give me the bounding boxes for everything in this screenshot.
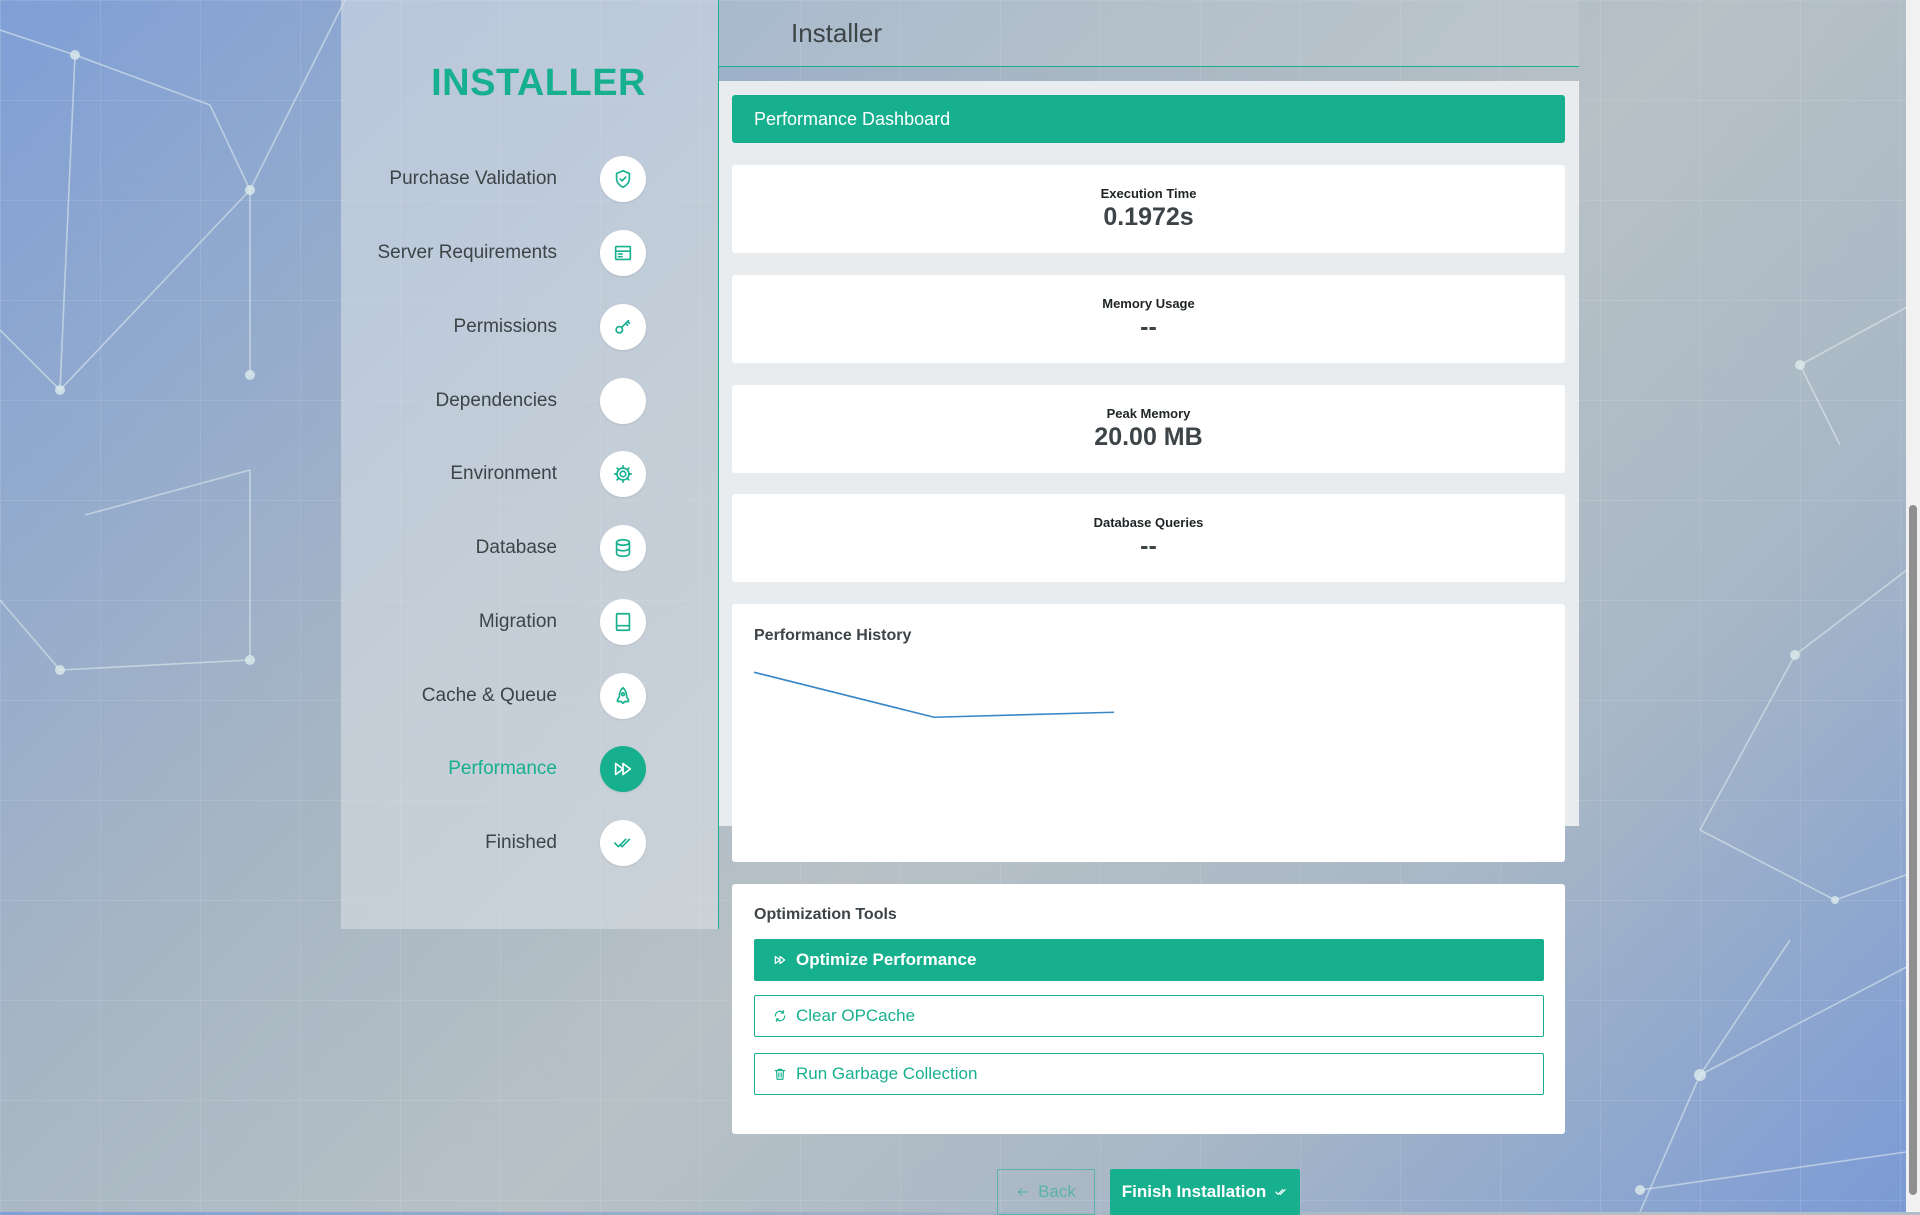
stat-value: -- <box>1140 532 1157 560</box>
hard-drive-icon <box>600 599 646 645</box>
step-label: Performance <box>448 758 557 779</box>
step-label: Cache & Queue <box>421 685 557 706</box>
arrow-left-icon <box>1017 1187 1029 1197</box>
page-title: Installer <box>791 18 883 48</box>
step-permissions[interactable]: Permissions <box>454 304 646 350</box>
brand-title: INSTALLER <box>431 62 646 104</box>
sidebar: INSTALLER Purchase Validation Server Req… <box>341 0 719 929</box>
stat-value: 20.00 MB <box>1094 423 1203 451</box>
box-icon <box>600 378 646 424</box>
key-icon <box>600 304 646 350</box>
step-label: Dependencies <box>435 390 557 411</box>
optimize-performance-button[interactable]: Optimize Performance <box>754 939 1544 981</box>
scrollbar-thumb[interactable] <box>1909 505 1917 1195</box>
stat-card-execution-time: Execution Time 0.1972s <box>732 165 1565 253</box>
stat-value: 0.1972s <box>1103 203 1194 231</box>
stat-name: Memory Usage <box>1102 296 1195 311</box>
fast-forward-icon <box>600 746 646 792</box>
stat-card-database-queries: Database Queries -- <box>732 494 1565 582</box>
double-check-icon <box>600 820 646 866</box>
step-label: Server Requirements <box>377 242 557 263</box>
step-environment[interactable]: Environment <box>450 451 646 497</box>
rocket-icon <box>600 673 646 719</box>
step-label: Environment <box>450 463 557 484</box>
scrollbar[interactable] <box>1906 0 1920 1212</box>
performance-history-chart <box>754 671 1115 719</box>
double-check-icon <box>1275 1189 1286 1195</box>
fast-forward-icon <box>774 955 786 965</box>
history-title: Performance History <box>754 627 912 644</box>
shield-check-icon <box>600 156 646 202</box>
stat-card-memory-usage: Memory Usage -- <box>732 275 1565 363</box>
button-label: Finish Installation <box>1121 1182 1267 1201</box>
step-database[interactable]: Database <box>476 525 646 571</box>
step-label: Database <box>475 537 557 558</box>
server-icon <box>600 230 646 276</box>
step-label: Finished <box>485 832 557 853</box>
database-icon <box>600 525 646 571</box>
step-performance[interactable]: Performance <box>448 746 646 792</box>
finish-installation-button[interactable]: Finish Installation <box>1110 1169 1300 1215</box>
performance-history-card: Performance History <box>732 604 1565 862</box>
page-header: Installer <box>719 0 1579 67</box>
button-label: Clear OPCache <box>796 1006 916 1025</box>
stat-value: -- <box>1140 313 1157 341</box>
step-dependencies[interactable]: Dependencies <box>436 378 646 424</box>
step-label: Migration <box>478 611 557 632</box>
stat-name: Peak Memory <box>1106 406 1191 421</box>
stat-name: Database Queries <box>1093 515 1204 530</box>
step-label: Purchase Validation <box>389 168 557 189</box>
history-series-line <box>754 671 1115 719</box>
button-label: Run Garbage Collection <box>796 1064 978 1083</box>
step-label: Permissions <box>453 316 557 337</box>
stat-name: Execution Time <box>1100 186 1197 201</box>
dashboard-title: Performance Dashboard <box>732 95 1565 143</box>
optimization-tools-card: Optimization Tools Optimize Performance … <box>732 884 1565 1134</box>
refresh-icon <box>774 1010 786 1022</box>
back-button[interactable]: Back <box>997 1169 1095 1215</box>
step-server-requirements[interactable]: Server Requirements <box>377 230 646 276</box>
step-finished[interactable]: Finished <box>485 820 646 866</box>
step-migration[interactable]: Migration <box>479 599 646 645</box>
step-purchase-validation[interactable]: Purchase Validation <box>389 156 646 202</box>
stat-card-peak-memory: Peak Memory 20.00 MB <box>732 385 1565 473</box>
button-label: Back <box>1038 1182 1076 1201</box>
run-garbage-collection-button[interactable]: Run Garbage Collection <box>754 1053 1544 1095</box>
trash-icon <box>774 1068 786 1080</box>
button-label: Optimize Performance <box>796 950 977 969</box>
tools-title: Optimization Tools <box>754 906 897 923</box>
clear-opcache-button[interactable]: Clear OPCache <box>754 995 1544 1037</box>
step-cache-queue[interactable]: Cache & Queue <box>422 673 646 719</box>
gear-icon <box>600 451 646 497</box>
